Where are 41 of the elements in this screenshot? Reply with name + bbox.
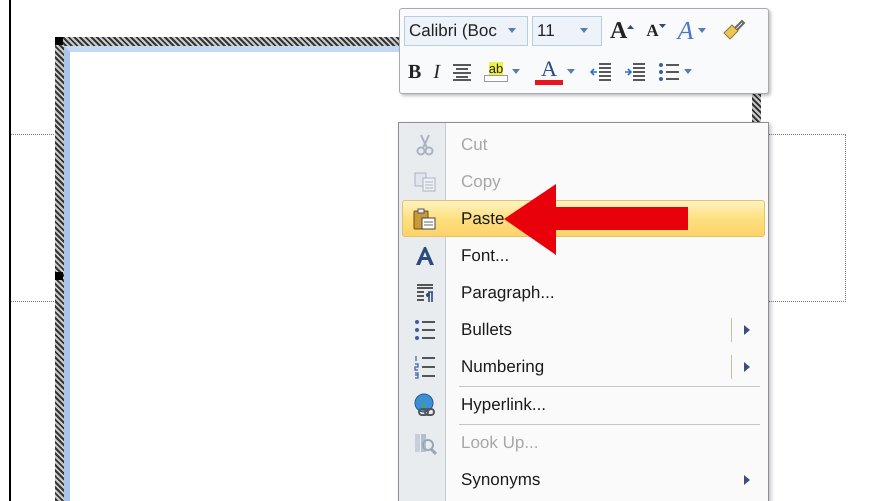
menu-item[interactable]: Numbering <box>402 348 765 385</box>
bullet-list-icon <box>414 318 436 340</box>
indent-icon <box>624 60 646 82</box>
font-color-button[interactable]: A <box>531 56 582 86</box>
font-name-field[interactable]: Calibri (Boc <box>409 20 505 40</box>
highlight-button[interactable]: ab <box>480 56 528 86</box>
bullet-list-icon <box>658 62 680 82</box>
numbered-list-icon <box>414 354 436 378</box>
menu-item[interactable]: Synonyms <box>402 461 765 498</box>
submenu-arrow-icon <box>744 324 750 334</box>
styles-button[interactable]: A <box>674 16 713 46</box>
font-name-combo[interactable]: Calibri (Boc <box>404 16 528 46</box>
paragraph-icon <box>415 282 435 302</box>
bold-button[interactable]: B <box>404 56 426 86</box>
italic-button[interactable]: I <box>429 56 444 86</box>
clipboard-icon <box>413 208 437 230</box>
submenu-arrow-icon <box>744 474 750 484</box>
menu-item[interactable]: Paragraph... <box>402 274 765 311</box>
menu-item[interactable]: Font... <box>402 237 765 274</box>
resize-handle[interactable] <box>55 37 63 45</box>
grow-font-button[interactable]: A <box>606 16 638 46</box>
font-size-field[interactable]: 11 <box>537 20 577 40</box>
indent-icon <box>590 60 612 82</box>
color-bar <box>484 74 508 82</box>
copy-icon <box>414 172 436 192</box>
scissors-icon <box>416 134 434 156</box>
menu-item[interactable]: Bullets <box>402 311 765 348</box>
up-triangle-icon <box>627 24 634 28</box>
align-center-icon <box>452 62 472 80</box>
dropdown-arrow[interactable] <box>505 28 519 33</box>
color-bar <box>535 80 564 85</box>
letter-a-icon <box>415 246 435 266</box>
dropdown-arrow[interactable] <box>577 28 591 33</box>
resize-handle[interactable] <box>55 272 63 280</box>
globe-link-icon <box>413 392 437 416</box>
menu-item[interactable]: Hyperlink... <box>402 386 765 423</box>
brush-icon <box>720 18 745 42</box>
font-size-combo[interactable]: 11 <box>532 16 602 46</box>
submenu-arrow-icon <box>744 362 750 372</box>
down-triangle-icon <box>658 24 666 29</box>
shrink-font-button[interactable]: A <box>642 16 670 46</box>
